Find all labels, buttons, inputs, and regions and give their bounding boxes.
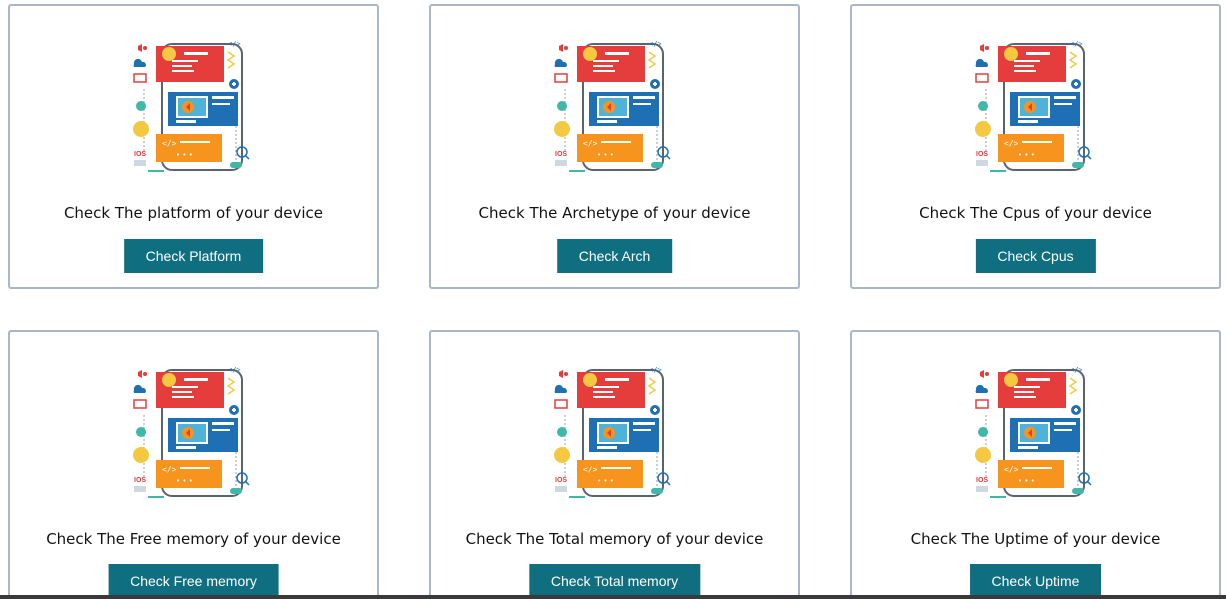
device-illustration-icon: </> • • • IOS </> [974, 40, 1092, 172]
window-bottom-edge [0, 595, 1226, 599]
card-caption: Check The Uptime of your device [910, 530, 1161, 548]
card-uptime: </> • • • IOS </> Check The Uptime of yo… [850, 330, 1221, 599]
illustration-slot: </> • • • IOS </> [545, 360, 685, 500]
illustration-slot: </> • • • IOS </> [966, 360, 1106, 500]
svg-text:IOS: IOS [976, 151, 988, 158]
check-uptime-button[interactable]: Check Uptime [969, 564, 1102, 598]
card-platform: </> • • • IOS </> Check The platform of … [8, 4, 379, 289]
device-illustration-icon: </> • • • IOS </> [553, 40, 671, 172]
svg-text:IOS: IOS [976, 477, 988, 484]
device-illustration-icon: </> • • • IOS </> [553, 366, 671, 498]
check-cpus-button[interactable]: Check Cpus [975, 239, 1096, 273]
code-tag-icon: </> [162, 139, 177, 148]
svg-text:IOS: IOS [134, 477, 146, 484]
svg-text:</>: </> [649, 366, 662, 374]
svg-text:</>: </> [1070, 366, 1083, 374]
svg-text:• • •: • • • [176, 151, 193, 159]
svg-text:• • •: • • • [1018, 477, 1035, 485]
card-caption: Check The Free memory of your device [46, 530, 341, 548]
code-tag-icon: </> [583, 465, 598, 474]
check-platform-button[interactable]: Check Platform [123, 239, 264, 273]
svg-text:</>: </> [228, 366, 241, 374]
illustration-slot: </> • • • IOS </> [966, 34, 1106, 174]
cards-grid: </> • • • IOS </> Check The platform of … [0, 0, 1226, 599]
svg-text:IOS: IOS [555, 477, 567, 484]
svg-text:• • •: • • • [1018, 151, 1035, 159]
device-illustration-icon: </> • • • IOS </> [132, 40, 250, 172]
illustration-slot: </> • • • IOS </> [545, 34, 685, 174]
device-illustration-icon: </> • • • IOS </> [132, 366, 250, 498]
code-tag-icon: </> [583, 139, 598, 148]
card-total-memory: </> • • • IOS </> Check The Total memory… [429, 330, 800, 599]
card-caption: Check The platform of your device [63, 204, 324, 222]
svg-text:</>: </> [1070, 40, 1083, 48]
card-free-memory: </> • • • IOS </> Check The Free memory … [8, 330, 379, 599]
code-tag-icon: </> [1004, 139, 1019, 148]
check-arch-button[interactable]: Check Arch [556, 239, 673, 273]
code-tag-icon: </> [162, 465, 177, 474]
svg-text:</>: </> [649, 40, 662, 48]
svg-text:IOS: IOS [555, 151, 567, 158]
card-cpus: </> • • • IOS </> Check The Cpus of your… [850, 4, 1221, 289]
card-caption: Check The Total memory of your device [465, 530, 764, 548]
illustration-slot: </> • • • IOS </> [124, 360, 264, 500]
svg-text:</>: </> [228, 40, 241, 48]
svg-text:• • •: • • • [176, 477, 193, 485]
svg-text:• • •: • • • [597, 151, 614, 159]
device-illustration-icon: </> • • • IOS </> [974, 366, 1092, 498]
check-total-memory-button[interactable]: Check Total memory [528, 564, 701, 598]
card-caption: Check The Archetype of your device [478, 204, 751, 222]
svg-text:IOS: IOS [134, 151, 146, 158]
check-free-memory-button[interactable]: Check Free memory [108, 564, 279, 598]
illustration-slot: </> • • • IOS </> [124, 34, 264, 174]
svg-text:• • •: • • • [597, 477, 614, 485]
card-arch: </> • • • IOS </> Check The Archetype of… [429, 4, 800, 289]
code-tag-icon: </> [1004, 465, 1019, 474]
card-caption: Check The Cpus of your device [919, 204, 1152, 222]
